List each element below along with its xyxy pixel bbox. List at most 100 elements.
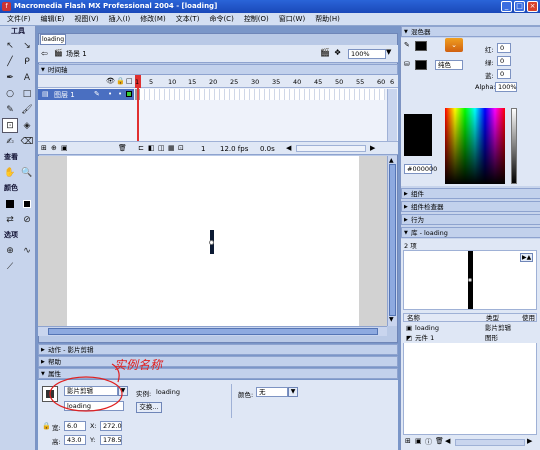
x-input[interactable]: 272.0 bbox=[100, 421, 122, 431]
trash-icon[interactable]: 🗑 bbox=[118, 144, 127, 152]
lock-dot[interactable]: • bbox=[118, 90, 122, 98]
properties-icon[interactable]: ⓘ bbox=[425, 437, 432, 447]
scroll-down-icon[interactable]: ▼ bbox=[389, 316, 396, 324]
color-effect-select[interactable]: 无 bbox=[256, 387, 288, 397]
oval-tool-icon[interactable]: ○ bbox=[2, 86, 18, 101]
col-type[interactable]: 类型 bbox=[486, 314, 499, 322]
menu-file[interactable]: 文件(F) bbox=[2, 14, 36, 24]
inspector-header[interactable]: 组件检查器 bbox=[401, 201, 540, 212]
color-spectrum[interactable] bbox=[445, 108, 505, 184]
menu-help[interactable]: 帮助(H) bbox=[310, 14, 345, 24]
onion-skin-icon[interactable]: ◧ bbox=[148, 144, 155, 152]
smooth-option-icon[interactable]: ∿ bbox=[19, 243, 35, 258]
pen-tool-icon[interactable]: ✒ bbox=[2, 70, 18, 85]
brush-tool-icon[interactable]: 🖌 bbox=[19, 102, 35, 117]
fill-type-select[interactable]: 纯色 bbox=[435, 60, 463, 70]
table-row[interactable]: ◩ 元件 1 图形 bbox=[403, 333, 537, 343]
new-symbol-icon[interactable]: ⊞ bbox=[405, 437, 411, 445]
y-input[interactable]: 178.5 bbox=[100, 435, 122, 445]
swap-colors-icon[interactable]: ⇄ bbox=[2, 212, 18, 227]
lock-ratio-icon[interactable]: 🔒 bbox=[42, 422, 51, 430]
vscroll-thumb[interactable] bbox=[389, 164, 396, 316]
stage[interactable] bbox=[67, 156, 359, 326]
stage-hscroll[interactable] bbox=[38, 326, 387, 336]
snap-option-icon[interactable]: ⊕ bbox=[2, 243, 18, 258]
timeline-hscroll[interactable] bbox=[296, 145, 366, 152]
menu-window[interactable]: 窗口(W) bbox=[274, 14, 310, 24]
edit-scene-icon[interactable]: 🎬 bbox=[320, 48, 330, 57]
onion-markers-icon[interactable]: ⊡ bbox=[178, 144, 184, 152]
zoom-select[interactable]: 100% bbox=[348, 49, 386, 59]
blue-input[interactable]: 0 bbox=[497, 69, 511, 79]
behaviors-header[interactable]: 行为 bbox=[401, 214, 540, 225]
menu-control[interactable]: 控制(O) bbox=[239, 14, 274, 24]
edit-symbol-icon[interactable]: ❖ bbox=[334, 48, 341, 57]
delete-icon[interactable]: 🗑 bbox=[435, 437, 444, 445]
fill-swatch[interactable] bbox=[415, 60, 427, 70]
scroll-right-icon[interactable]: ▶ bbox=[527, 437, 532, 445]
onion-outline-icon[interactable]: ◫ bbox=[158, 144, 165, 152]
table-row[interactable]: ▣ loading 影片剪辑 bbox=[403, 323, 537, 333]
library-header[interactable]: 库 - loading bbox=[401, 227, 540, 238]
scroll-left-icon[interactable]: ◀ bbox=[445, 437, 450, 445]
timeline-header[interactable]: 时间轴 bbox=[38, 64, 398, 75]
straighten-option-icon[interactable]: ⟋ bbox=[2, 259, 18, 274]
scroll-left-icon[interactable]: ◀ bbox=[286, 144, 291, 152]
chevron-down-icon[interactable]: ▼ bbox=[288, 387, 298, 397]
center-frame-icon[interactable]: ⊏ bbox=[138, 144, 144, 152]
arrow-tool-icon[interactable]: ↖ bbox=[2, 38, 18, 53]
outline-color-icon[interactable] bbox=[126, 91, 132, 97]
ink-bottle-tool-icon[interactable]: ✍ bbox=[2, 134, 18, 149]
zoom-tool-icon[interactable]: 🔍 bbox=[19, 165, 35, 180]
stroke-swatch[interactable] bbox=[415, 41, 427, 51]
stroke-color-icon[interactable] bbox=[2, 196, 18, 211]
subselect-tool-icon[interactable]: ↘ bbox=[19, 38, 35, 53]
chevron-down-icon[interactable]: ▼ bbox=[386, 48, 391, 56]
hscroll-thumb[interactable] bbox=[48, 328, 378, 335]
col-name[interactable]: 名称 bbox=[407, 314, 420, 322]
brightness-slider[interactable] bbox=[511, 108, 517, 184]
actions-panel-header[interactable]: 动作 - 影片剪辑 bbox=[38, 344, 398, 355]
document-tab[interactable]: loading bbox=[40, 34, 66, 45]
stage-vscroll[interactable]: ▲ ▼ bbox=[387, 156, 397, 326]
line-tool-icon[interactable]: ╱ bbox=[2, 54, 18, 69]
menu-commands[interactable]: 命令(C) bbox=[204, 14, 238, 24]
free-transform-tool-icon[interactable]: ⊡ bbox=[2, 118, 18, 133]
menu-edit[interactable]: 编辑(E) bbox=[36, 14, 70, 24]
alpha-input[interactable]: 100% bbox=[495, 82, 517, 92]
components-header[interactable]: 组件 bbox=[401, 188, 540, 199]
width-input[interactable]: 6.0 bbox=[64, 421, 86, 431]
red-input[interactable]: 0 bbox=[497, 43, 511, 53]
visibility-dot[interactable]: • bbox=[108, 90, 112, 98]
mixer-header[interactable]: 混色器 bbox=[401, 26, 540, 37]
menu-view[interactable]: 视图(V) bbox=[69, 14, 103, 24]
back-arrow-icon[interactable]: ⇦ bbox=[41, 49, 48, 58]
pencil-tool-icon[interactable]: ✎ bbox=[2, 102, 18, 117]
eye-icon[interactable]: 👁 bbox=[106, 77, 115, 85]
library-hscroll[interactable] bbox=[455, 439, 525, 446]
menu-text[interactable]: 文本(T) bbox=[171, 14, 205, 24]
add-folder-icon[interactable]: ▣ bbox=[61, 144, 68, 152]
green-input[interactable]: 0 bbox=[497, 56, 511, 66]
lock-icon[interactable]: 🔒 bbox=[116, 77, 125, 85]
play-icon[interactable]: ▶▲ bbox=[520, 253, 534, 262]
minimize-button[interactable]: _ bbox=[501, 1, 512, 12]
height-input[interactable]: 43.0 bbox=[64, 435, 86, 445]
hex-input[interactable]: #000000 bbox=[404, 164, 437, 174]
fill-color-icon[interactable] bbox=[19, 196, 35, 211]
frame-strip[interactable] bbox=[135, 89, 385, 100]
rectangle-tool-icon[interactable]: □ bbox=[19, 86, 35, 101]
menu-insert[interactable]: 插入(I) bbox=[104, 14, 136, 24]
mixer-chevron-icon[interactable]: ⌄ bbox=[445, 38, 463, 52]
add-layer-icon[interactable]: ⊞ bbox=[41, 144, 47, 152]
layer-row[interactable]: ▤ 图层 1 ✎ • • bbox=[38, 89, 134, 100]
timeline-vscroll[interactable] bbox=[387, 89, 397, 141]
close-button[interactable]: × bbox=[527, 1, 538, 12]
no-color-icon[interactable]: ⊘ bbox=[19, 212, 35, 227]
eraser-tool-icon[interactable]: ⌫ bbox=[19, 134, 35, 149]
new-folder-icon[interactable]: ▣ bbox=[415, 437, 422, 445]
edit-multiple-icon[interactable]: ▦ bbox=[168, 144, 175, 152]
lasso-tool-icon[interactable]: ᑭ bbox=[19, 54, 35, 69]
outline-icon[interactable]: □ bbox=[126, 77, 133, 85]
col-usage[interactable]: 使用 bbox=[522, 314, 535, 322]
